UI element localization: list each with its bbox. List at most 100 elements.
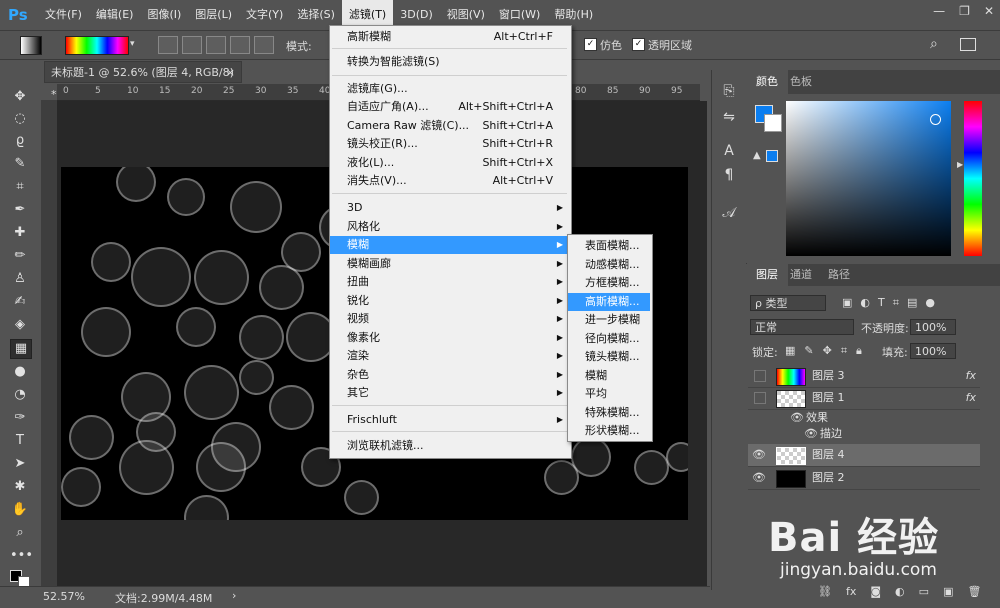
eye-icon[interactable]: 👁︎: [790, 412, 804, 424]
color-field[interactable]: [786, 101, 951, 256]
layer-row[interactable]: 图层 1 fx: [748, 387, 980, 410]
filter-menu-item[interactable]: 模糊画廊 ▶: [330, 255, 569, 273]
blur-submenu-item[interactable]: 高斯模糊...: [568, 292, 650, 311]
blur-submenu-item[interactable]: 平均: [568, 385, 650, 403]
close-tab-icon[interactable]: ×: [226, 62, 235, 84]
blur-submenu-item[interactable]: 表面模糊...: [568, 237, 650, 255]
filter-toggle-icon[interactable]: ●: [925, 296, 935, 310]
blur-submenu-item[interactable]: 进一步模糊: [568, 311, 650, 329]
minimize-icon[interactable]: —: [933, 4, 945, 18]
group-icon[interactable]: ▭: [919, 585, 929, 605]
filter-menu-item[interactable]: 扭曲 ▶: [330, 273, 569, 291]
blur-submenu-item[interactable]: 模糊: [568, 367, 650, 385]
adjustment-layer-icon[interactable]: ◐: [895, 585, 905, 605]
filter-menu-item[interactable]: 镜头校正(R)... Shift+Ctrl+R: [330, 135, 569, 153]
layer-row[interactable]: 👁︎ 效果: [748, 409, 980, 426]
blend-mode-select[interactable]: 正常: [750, 319, 854, 335]
color-picker-cursor[interactable]: [930, 114, 941, 125]
glyphs-panel-icon[interactable]: 𝒜: [720, 204, 738, 222]
zoom-level[interactable]: 52.57%: [43, 590, 85, 603]
color-background-swatch[interactable]: [764, 114, 782, 132]
eye-icon[interactable]: 👁︎: [752, 449, 766, 461]
workspace-icon[interactable]: [960, 38, 976, 51]
type-tool-icon[interactable]: T: [10, 432, 30, 450]
filter-menu-item[interactable]: 渲染 ▶: [330, 347, 569, 365]
filter-menu-item[interactable]: 其它 ▶: [330, 384, 569, 402]
chevron-down-icon[interactable]: ▾: [130, 39, 135, 49]
layer-row[interactable]: 👁︎ 描边: [748, 425, 980, 442]
filter-menu-item[interactable]: 浏览联机滤镜...: [330, 437, 569, 455]
tab-channels[interactable]: 通道: [780, 264, 822, 286]
blur-submenu-item[interactable]: 特殊模糊...: [568, 404, 650, 422]
new-layer-icon[interactable]: ▣: [943, 585, 953, 605]
diamond-gradient-button[interactable]: [254, 36, 274, 54]
delete-layer-icon[interactable]: 🗑︎: [967, 585, 981, 605]
dodge-tool-icon[interactable]: ◔: [10, 386, 30, 404]
tab-swatches[interactable]: 色板: [780, 70, 822, 94]
history-brush-icon[interactable]: ✍: [10, 293, 30, 311]
layer-row[interactable]: 👁︎ 图层 2: [748, 467, 980, 490]
marquee-tool-icon[interactable]: ◌: [10, 110, 30, 128]
filter-menu-item[interactable]: 滤镜库(G)...: [330, 80, 569, 98]
filter-menu-item[interactable]: 风格化 ▶: [330, 218, 569, 236]
filter-menu-item[interactable]: Camera Raw 滤镜(C)... Shift+Ctrl+A: [330, 117, 569, 135]
filter-menu-item[interactable]: 3D ▶: [330, 199, 569, 217]
lock-all-icon[interactable]: 🔒︎: [856, 344, 862, 358]
filter-menu-item[interactable]: 高斯模糊 Alt+Ctrl+F: [330, 28, 569, 46]
smart-object-filter-icon[interactable]: ▤: [907, 296, 917, 310]
properties-panel-icon[interactable]: ⇋: [720, 108, 738, 126]
radial-gradient-button[interactable]: [182, 36, 202, 54]
visibility-toggle[interactable]: [754, 392, 766, 404]
eye-icon[interactable]: 👁︎: [804, 428, 818, 440]
menu-4[interactable]: 文字(Y): [239, 0, 290, 30]
tab-paths[interactable]: 路径: [818, 264, 860, 286]
character-panel-icon[interactable]: A: [720, 142, 738, 160]
opacity-input[interactable]: 100%: [910, 319, 956, 335]
fx-icon[interactable]: fx: [846, 585, 856, 605]
hue-slider[interactable]: [964, 101, 982, 256]
layer-fx-icon[interactable]: fx: [966, 365, 976, 387]
document-tab[interactable]: 未标题-1 @ 52.6% (图层 4, RGB/8) * ×: [44, 61, 242, 101]
eraser-tool-icon[interactable]: ◈: [10, 316, 30, 334]
maximize-icon[interactable]: ❐: [959, 4, 970, 18]
status-menu-icon[interactable]: ›: [232, 589, 236, 602]
link-layers-icon[interactable]: ⛓: [818, 585, 832, 605]
reflected-gradient-button[interactable]: [230, 36, 250, 54]
blur-tool-icon[interactable]: ●: [10, 363, 30, 381]
shape-tool-icon[interactable]: ✱: [10, 478, 30, 496]
filter-menu-item[interactable]: 液化(L)... Shift+Ctrl+X: [330, 154, 569, 172]
layer-row[interactable]: 图层 3 fx: [748, 365, 980, 388]
adjustment-filter-icon[interactable]: ◐: [860, 296, 870, 310]
lock-artboard-icon[interactable]: ⌗: [841, 344, 847, 358]
healing-tool-icon[interactable]: ✚: [10, 224, 30, 242]
blur-submenu-item[interactable]: 动感模糊...: [568, 256, 650, 274]
blur-submenu-item[interactable]: 方框模糊...: [568, 274, 650, 292]
layer-filter-kind[interactable]: ρ 类型: [750, 295, 826, 311]
gradient-tool-icon[interactable]: ▦: [10, 339, 32, 359]
filter-menu-item[interactable]: Frischluft ▶: [330, 411, 569, 429]
paragraph-panel-icon[interactable]: ¶: [720, 166, 738, 184]
filter-menu-item[interactable]: 自适应广角(A)... Alt+Shift+Ctrl+A: [330, 98, 569, 116]
layer-row[interactable]: 👁︎ 图层 4: [748, 444, 980, 467]
close-icon[interactable]: ✕: [984, 4, 994, 18]
menu-3[interactable]: 图层(L): [188, 0, 239, 30]
filter-menu-item[interactable]: 视频 ▶: [330, 310, 569, 328]
filter-menu-item[interactable]: 像素化 ▶: [330, 329, 569, 347]
filter-menu-item[interactable]: 杂色 ▶: [330, 366, 569, 384]
zoom-tool-icon[interactable]: ⌕: [10, 524, 30, 542]
dither-checkbox[interactable]: ✓: [584, 38, 597, 51]
lock-position-icon[interactable]: ✥: [823, 344, 832, 358]
history-panel-icon[interactable]: ⎘: [720, 82, 738, 100]
stamp-tool-icon[interactable]: ♙: [10, 270, 30, 288]
filter-menu-item[interactable]: 消失点(V)... Alt+Ctrl+V: [330, 172, 569, 190]
blur-submenu-item[interactable]: 形状模糊...: [568, 422, 650, 440]
menu-1[interactable]: 编辑(E): [89, 0, 141, 30]
menu-0[interactable]: 文件(F): [38, 0, 89, 30]
eye-icon[interactable]: 👁︎: [752, 472, 766, 484]
filter-menu-item[interactable]: 转换为智能滤镜(S): [330, 53, 569, 71]
fill-input[interactable]: 100%: [910, 343, 956, 359]
blur-submenu-item[interactable]: 镜头模糊...: [568, 348, 650, 366]
layer-fx-icon[interactable]: fx: [966, 387, 976, 409]
lock-transparent-icon[interactable]: ▦: [785, 344, 795, 358]
tool-preset-icon[interactable]: [20, 36, 42, 55]
